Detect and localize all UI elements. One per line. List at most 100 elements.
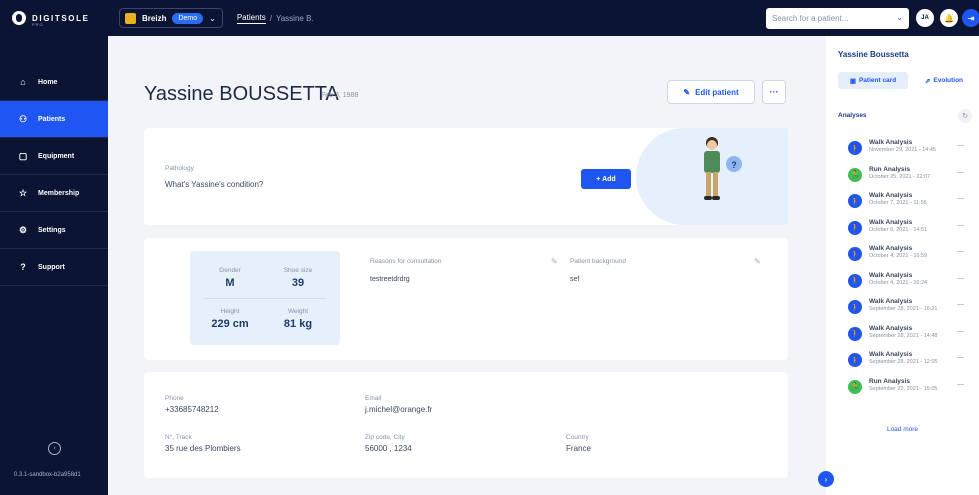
sidebar-item-membership[interactable]: ☆ Membership: [0, 175, 108, 212]
bell-icon[interactable]: 🔔: [940, 9, 958, 27]
analysis-item[interactable]: 🏃 Run Analysis October 25, 2021 - 22:07 —: [826, 163, 979, 189]
analysis-name: Walk Analysis: [869, 324, 913, 332]
patients-icon: ⚇: [18, 113, 28, 124]
patient-birthdate: Feb 3, 1988: [321, 92, 359, 99]
analysis-more-icon[interactable]: —: [957, 328, 964, 335]
analysis-date: October 4, 2021 - 16:59: [869, 253, 928, 259]
analysis-name: Run Analysis: [869, 165, 910, 173]
edit-background-icon[interactable]: ✎: [754, 257, 761, 266]
evolution-icon: ⇗: [924, 77, 931, 85]
analysis-date: November 29, 2021 - 14:45: [869, 147, 936, 153]
support-icon: ?: [20, 262, 26, 272]
stats-divider: [204, 298, 326, 299]
analysis-item[interactable]: 🚶 Walk Analysis October 6, 2021 - 14:51 —: [826, 216, 979, 242]
expand-panel-icon[interactable]: ›: [818, 471, 834, 487]
analysis-date: October 4, 2021 - 16:24: [869, 279, 928, 286]
logo-icon: [12, 11, 26, 25]
gender-value: M: [225, 277, 235, 289]
organization-selector[interactable]: Breizh Demo ⌄: [119, 8, 223, 28]
analysis-more-icon[interactable]: —: [957, 275, 964, 282]
analysis-name: Walk Analysis: [869, 298, 913, 305]
tab-evolution[interactable]: ⇗ Evolution: [914, 72, 974, 89]
breadcrumb-patients-link[interactable]: Patients: [236, 13, 266, 24]
edit-reasons-icon[interactable]: ✎: [551, 257, 558, 266]
country-label: Country: [566, 434, 589, 441]
analysis-item[interactable]: 🚶 Walk Analysis October 7, 2021 - 11:56 —: [826, 189, 979, 215]
analysis-date: October 25, 2021 - 22:07: [869, 173, 931, 180]
body-stats-panel: Gender M Shoe size 39 Height 229 cm Weig…: [190, 251, 340, 345]
analysis-more-icon[interactable]: —: [957, 354, 964, 361]
more-options-button[interactable]: ···: [762, 80, 786, 104]
zip-city-label: Zip code, City: [365, 434, 405, 441]
analysis-name: Walk Analysis: [869, 192, 913, 199]
sidebar-item-equipment[interactable]: ▢ Equipment: [0, 138, 108, 175]
analysis-item[interactable]: 🏃 Run Analysis September 22, 2021 - 15:05 —: [826, 375, 979, 401]
edit-patient-label: Edit patient: [695, 87, 739, 97]
analysis-item[interactable]: 🚶 Walk Analysis September 28, 2021 - 12:05…: [826, 348, 979, 374]
walk-analysis-icon: 🚶: [848, 326, 862, 341]
sidebar-item-label: Support: [38, 263, 65, 271]
height-value: 229 cm: [211, 318, 249, 330]
country-value: France: [566, 444, 591, 453]
search-placeholder: Search for a patient...: [772, 14, 849, 23]
logo-subtext: PRO: [32, 22, 44, 27]
analysis-item[interactable]: 🚶 Walk Analysis September 28, 2021 - 14:48…: [826, 322, 979, 348]
walk-analysis-icon: 🚶: [848, 194, 862, 208]
walk-analysis-icon: 🚶: [848, 300, 862, 314]
tab-patient-card[interactable]: ▣ Patient card: [838, 72, 908, 89]
analysis-item[interactable]: 🚶 Walk Analysis October 4, 2021 - 16:24 —: [826, 269, 979, 295]
pathology-label: Pathology: [165, 165, 194, 172]
email-label: Email: [365, 395, 382, 402]
analysis-more-icon[interactable]: —: [957, 248, 964, 255]
analysis-name: Walk Analysis: [869, 218, 913, 226]
reasons-label: Reasons for consultation: [370, 258, 442, 265]
analysis-date: September 28, 2021 - 14:48: [869, 332, 938, 339]
add-pathology-button[interactable]: + Add: [581, 169, 631, 189]
analysis-item[interactable]: 🚶 Walk Analysis October 4, 2021 - 16:59 —: [826, 242, 979, 268]
background-value: sef: [570, 276, 580, 283]
organization-name: Breizh: [142, 13, 167, 23]
address-value: 35 rue des Plombiers: [165, 444, 241, 453]
sidebar-item-label: Patients: [38, 115, 66, 123]
sidebar-item-label: Membership: [38, 189, 80, 197]
pencil-icon: ✎: [683, 87, 691, 97]
load-more-link[interactable]: Load more: [826, 426, 979, 433]
edit-patient-button[interactable]: ✎ Edit patient: [667, 80, 755, 104]
patient-search-input[interactable]: Search for a patient... ⌄: [766, 8, 909, 29]
run-analysis-icon: 🏃: [848, 167, 862, 182]
sidebar-item-settings[interactable]: ⚙ Settings: [0, 212, 108, 249]
user-avatar[interactable]: JA: [916, 9, 934, 27]
analysis-more-icon[interactable]: —: [957, 222, 964, 229]
phone-label: Phone: [165, 395, 184, 402]
sidebar-item-home[interactable]: ⌂ Home: [0, 64, 108, 101]
analysis-more-icon[interactable]: —: [957, 169, 964, 176]
reasons-value: testreetdrdrg: [370, 276, 410, 283]
sidebar-item-support[interactable]: ? Support: [0, 249, 108, 286]
analyses-panel: Yassine Boussetta ▣ Patient card ⇗ Evolu…: [826, 36, 979, 495]
walk-analysis-icon: 🚶: [848, 353, 862, 367]
tab-label: Evolution: [933, 77, 964, 84]
walk-analysis-icon: 🚶: [848, 141, 862, 155]
refresh-icon[interactable]: ↻: [958, 109, 972, 123]
analysis-more-icon[interactable]: —: [957, 142, 964, 149]
zip-city-value: 56000 , 1234: [365, 444, 412, 453]
background-label: Patient background: [570, 258, 627, 265]
analysis-more-icon[interactable]: —: [957, 381, 964, 388]
analysis-date: September 28, 2021 - 12:05: [869, 359, 938, 365]
chevron-down-icon[interactable]: ⌄: [896, 13, 903, 22]
organization-icon: [125, 12, 136, 24]
analysis-item[interactable]: 🚶 Walk Analysis November 29, 2021 - 14:45 —: [826, 136, 979, 162]
logout-icon[interactable]: ⇥: [962, 9, 979, 27]
page-title: Yassine BOUSSETTA: [144, 83, 339, 105]
analysis-date: October 7, 2021 - 11:56: [869, 200, 927, 206]
analysis-more-icon[interactable]: —: [957, 301, 964, 308]
app-version: 0.3.1-sandbox-b2a958d1: [14, 472, 81, 478]
logo[interactable]: DIGITSOLE PRO: [0, 11, 108, 27]
analysis-more-icon[interactable]: —: [957, 195, 964, 202]
sidebar-item-patients[interactable]: ⚇ Patients: [0, 101, 108, 138]
walk-analysis-icon: 🚶: [848, 220, 862, 235]
walk-analysis-icon: 🚶: [848, 247, 862, 261]
shoe-size-label: Shoe size: [283, 267, 313, 274]
analysis-item[interactable]: 🚶 Walk Analysis September 28, 2021 - 16:21…: [826, 295, 979, 321]
collapse-sidebar-icon[interactable]: ‹: [48, 442, 61, 455]
